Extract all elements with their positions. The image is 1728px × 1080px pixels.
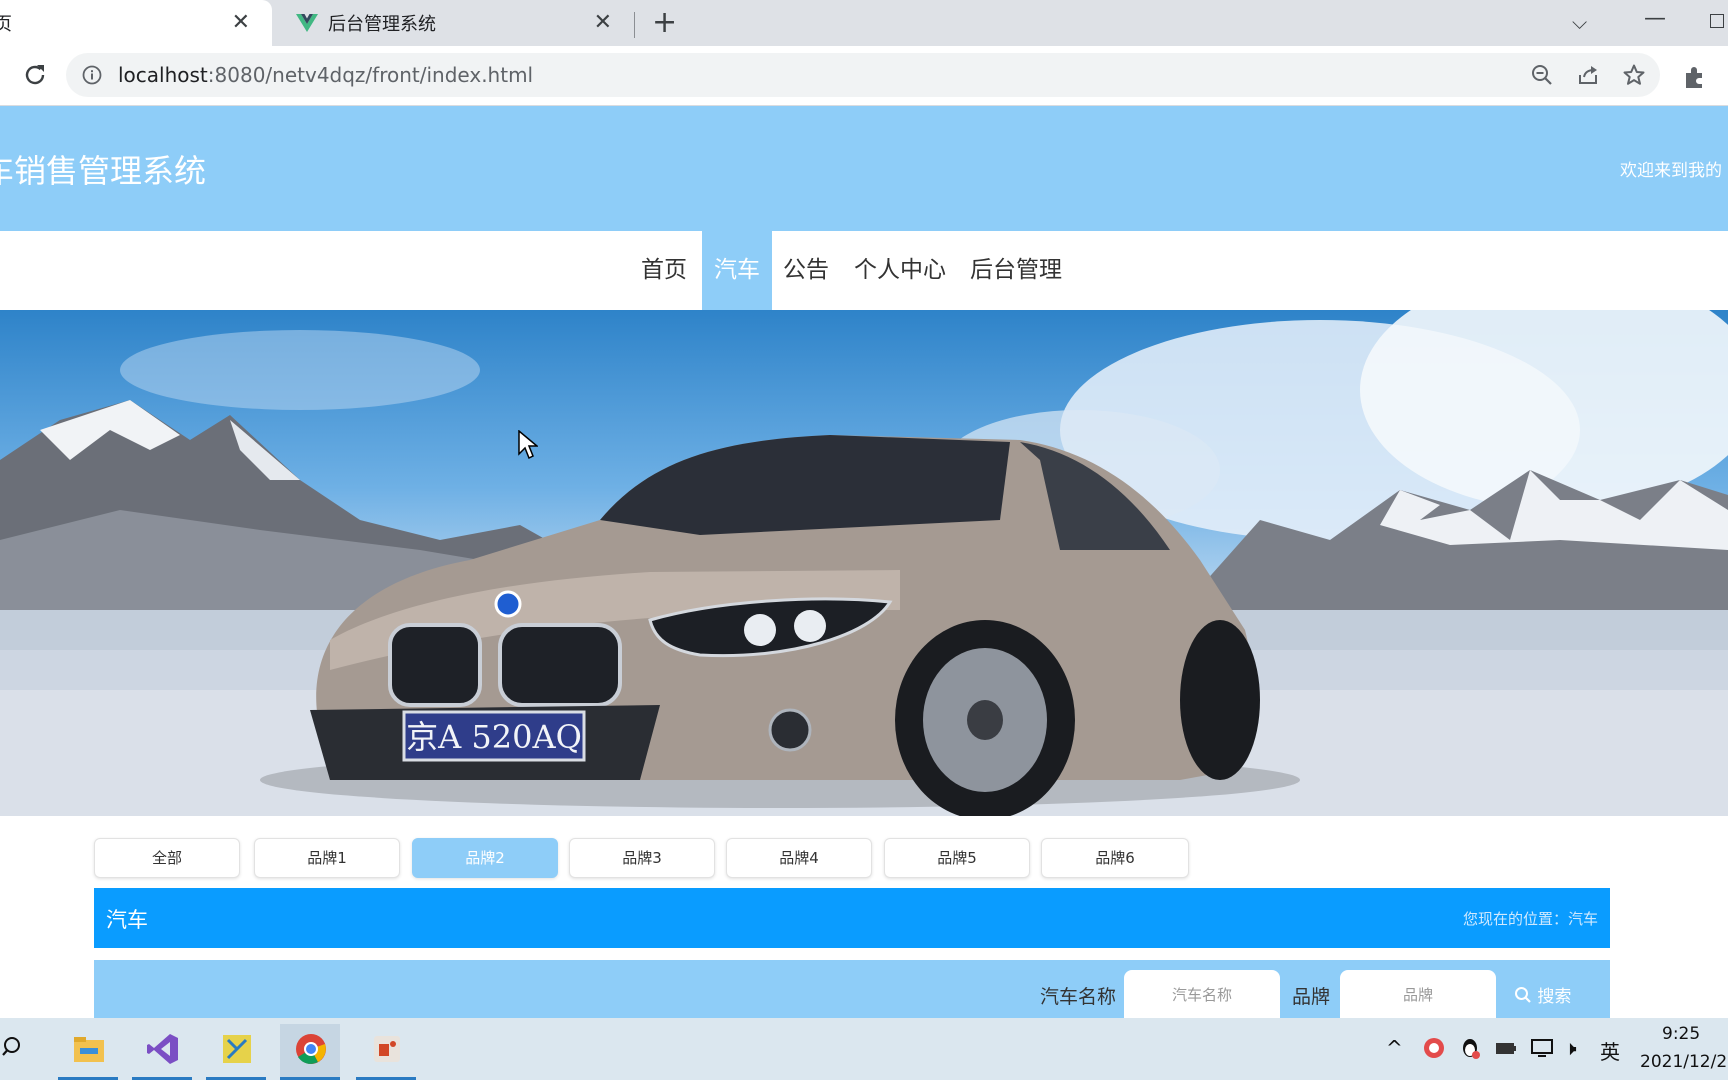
search-icon	[1515, 987, 1531, 1003]
search-button-label: 搜索	[1537, 987, 1572, 1007]
tab-title: 后台管理系统	[328, 14, 436, 35]
network-icon[interactable]	[1530, 1036, 1554, 1060]
main-nav: 首页 汽车 公告 个人中心 后台管理	[0, 231, 1728, 310]
address-bar[interactable]: localhost:8080/netv4dqz/front/index.html	[66, 53, 1660, 97]
nav-item-home[interactable]: 首页	[626, 231, 702, 310]
taskbar-search-icon[interactable]	[2, 1036, 26, 1060]
breadcrumb: 您现在的位置：汽车	[1462, 910, 1598, 928]
brand-input[interactable]: 品牌	[1340, 970, 1496, 1020]
category-brand1-button[interactable]: 品牌1	[254, 838, 400, 878]
nav-item-profile[interactable]: 个人中心	[846, 231, 954, 310]
search-bar: 汽车名称 汽车名称 品牌 品牌 搜索	[94, 960, 1610, 1020]
share-icon[interactable]	[1576, 63, 1600, 87]
nav-item-admin[interactable]: 后台管理	[960, 231, 1072, 310]
reload-icon[interactable]	[20, 60, 50, 90]
record-icon[interactable]	[1422, 1036, 1446, 1060]
visual-studio-icon[interactable]	[132, 1024, 192, 1080]
tab-close-icon[interactable]: ✕	[594, 10, 612, 35]
windows-taskbar: ^ 🕨 英 9:25 2021/12/2	[0, 1018, 1728, 1080]
info-icon[interactable]	[82, 65, 102, 85]
category-brand4-button[interactable]: 品牌4	[726, 838, 872, 878]
section-title: 汽车	[106, 908, 148, 932]
brand-label: 品牌	[1292, 986, 1331, 1008]
ime-indicator[interactable]: 英	[1600, 1036, 1620, 1065]
license-plate: 京A 520AQ	[406, 718, 582, 756]
browser-tab-strip: 页 ✕ 后台管理系统 ✕ + ⌵ —	[0, 0, 1728, 46]
car-name-input[interactable]: 汽车名称	[1124, 970, 1280, 1020]
new-tab-button[interactable]: +	[652, 6, 677, 40]
car-name-label: 汽车名称	[1040, 986, 1117, 1008]
vue-favicon-icon	[296, 14, 318, 32]
url-host: localhost	[118, 63, 208, 87]
mouse-cursor-icon	[518, 430, 538, 460]
tab-title: 页	[0, 14, 12, 35]
dev-tool-icon[interactable]	[206, 1024, 266, 1080]
powerpoint-icon[interactable]	[356, 1024, 416, 1080]
section-header: 汽车 您现在的位置：汽车	[94, 888, 1610, 948]
file-explorer-icon[interactable]	[58, 1024, 118, 1080]
browser-tab-active[interactable]: 页 ✕	[0, 0, 272, 46]
category-brand2-button[interactable]: 品牌2	[412, 838, 558, 878]
category-brand6-button[interactable]: 品牌6	[1041, 838, 1189, 878]
clock-date[interactable]: 2021/12/2	[1640, 1052, 1727, 1072]
chrome-icon[interactable]	[280, 1024, 340, 1080]
nav-item-notice[interactable]: 公告	[772, 231, 840, 310]
zoom-out-icon[interactable]	[1530, 63, 1554, 87]
extensions-icon[interactable]	[1682, 64, 1708, 90]
car-banner-image: 京A 520AQ	[0, 310, 1728, 816]
tab-separator	[634, 12, 635, 38]
search-button[interactable]: 搜索	[1514, 982, 1571, 1007]
speaker-muted-icon[interactable]: 🕨	[1564, 1036, 1577, 1060]
site-title: 车销售管理系统	[0, 152, 207, 190]
site-header: 车销售管理系统 欢迎来到我的	[0, 106, 1728, 231]
tab-search-chevron-icon[interactable]: ⌵	[1572, 10, 1587, 34]
qq-icon[interactable]	[1458, 1036, 1482, 1060]
browser-tab-admin[interactable]: 后台管理系统 ✕	[274, 0, 632, 46]
category-all-button[interactable]: 全部	[94, 838, 240, 878]
window-restore-button[interactable]	[1710, 14, 1724, 28]
clock-time[interactable]: 9:25	[1662, 1024, 1700, 1044]
window-minimize-button[interactable]: —	[1644, 6, 1666, 31]
battery-icon[interactable]	[1494, 1036, 1518, 1060]
category-brand5-button[interactable]: 品牌5	[884, 838, 1030, 878]
welcome-text: 欢迎来到我的	[1620, 161, 1722, 181]
category-brand3-button[interactable]: 品牌3	[569, 838, 715, 878]
tab-close-icon[interactable]: ✕	[232, 10, 250, 35]
nav-item-cars[interactable]: 汽车	[702, 231, 772, 310]
bookmark-star-icon[interactable]	[1622, 63, 1646, 87]
hero-banner[interactable]: 京A 520AQ	[0, 310, 1728, 816]
url-text[interactable]: localhost:8080/netv4dqz/front/index.html	[118, 63, 533, 87]
browser-toolbar: localhost:8080/netv4dqz/front/index.html	[0, 46, 1728, 106]
url-path: :8080/netv4dqz/front/index.html	[207, 63, 534, 87]
tray-chevron-icon[interactable]: ^	[1386, 1036, 1403, 1060]
